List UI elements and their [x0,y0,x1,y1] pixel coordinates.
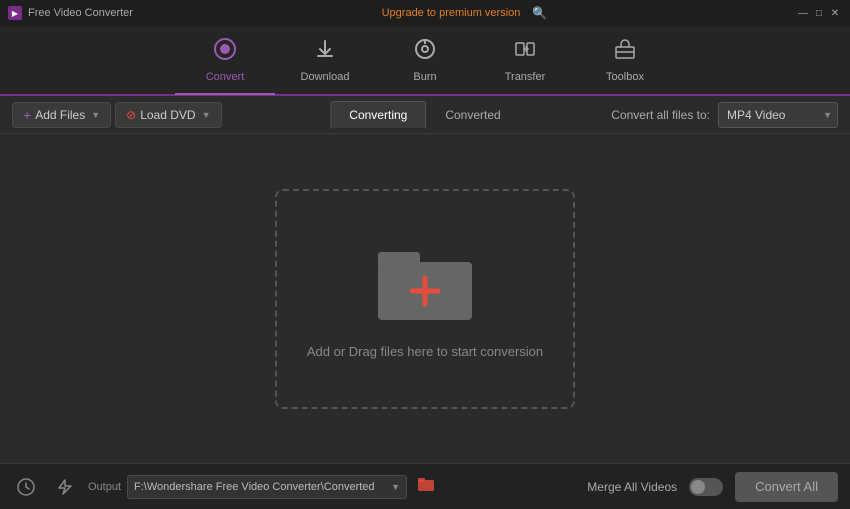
convert-all-button[interactable]: Convert All [735,472,838,502]
tab-converted[interactable]: Converted [426,101,519,129]
merge-label: Merge All Videos [587,480,677,494]
transfer-icon [513,37,537,67]
dvd-icon: ⊘ [126,108,136,122]
output-path-dropdown-arrow: ▼ [391,482,400,492]
drop-zone-text: Add or Drag files here to start conversi… [307,344,543,359]
convert-all-area: Convert all files to: MP4 Video AVI Vide… [611,102,838,128]
load-dvd-button[interactable]: ⊘ Load DVD ▼ [115,102,221,128]
folder-icon [370,238,480,328]
title-bar-left: ▶ Free Video Converter [8,6,133,20]
add-files-dropdown-arrow: ▼ [91,110,100,120]
nav-transfer-label: Transfer [505,71,546,83]
search-icon[interactable]: 🔍 [532,6,547,20]
toolbox-icon [613,37,637,67]
output-label: Output [88,481,121,493]
bottom-bar: Output F:\Wondershare Free Video Convert… [0,463,850,509]
output-area: Output F:\Wondershare Free Video Convert… [88,475,577,499]
app-icon: ▶ [8,6,22,20]
title-bar-right: — □ ✕ [796,6,842,20]
output-path-selector[interactable]: F:\Wondershare Free Video Converter\Conv… [127,475,407,499]
flash-button[interactable] [50,473,78,501]
format-select-wrapper[interactable]: MP4 Video AVI Video MKV Video MOV Video … [718,102,838,128]
tabs-container: Converting Converted [330,101,519,129]
upgrade-link[interactable]: Upgrade to premium version [382,7,521,19]
download-icon [313,37,337,67]
title-bar: ▶ Free Video Converter Upgrade to premiu… [0,0,850,26]
output-folder-icon[interactable] [417,476,435,497]
merge-toggle[interactable] [689,478,723,496]
tab-converting[interactable]: Converting [330,101,426,129]
output-path-text: F:\Wondershare Free Video Converter\Conv… [134,481,387,493]
toolbar-container: + Add Files ▼ ⊘ Load DVD ▼ Converting Co… [0,96,850,134]
nav-toolbox[interactable]: Toolbox [575,25,675,95]
nav-burn[interactable]: Burn [375,25,475,95]
format-select[interactable]: MP4 Video AVI Video MKV Video MOV Video … [718,102,838,128]
nav-bar: Convert Download Burn Tran [0,26,850,96]
nav-toolbox-label: Toolbox [606,71,644,83]
maximize-button[interactable]: □ [812,6,826,20]
bottom-left [12,473,78,501]
drop-zone[interactable]: Add or Drag files here to start conversi… [275,189,575,409]
clock-button[interactable] [12,473,40,501]
bottom-right: Merge All Videos Convert All [587,472,838,502]
nav-convert-label: Convert [206,71,245,83]
load-dvd-dropdown-arrow: ▼ [202,110,211,120]
close-button[interactable]: ✕ [828,6,842,20]
load-dvd-label: Load DVD [140,108,195,122]
nav-download[interactable]: Download [275,25,375,95]
nav-burn-label: Burn [413,71,436,83]
add-files-label: Add Files [35,108,85,122]
nav-transfer[interactable]: Transfer [475,25,575,95]
add-icon: + [23,107,31,123]
add-files-button[interactable]: + Add Files ▼ [12,102,111,128]
main-content: Add or Drag files here to start conversi… [0,134,850,463]
convert-icon [213,37,237,67]
minimize-button[interactable]: — [796,6,810,20]
convert-all-button-label: Convert All [755,479,818,494]
nav-convert[interactable]: Convert [175,25,275,95]
convert-all-label: Convert all files to: [611,108,710,122]
app-title: Free Video Converter [28,7,133,19]
nav-download-label: Download [301,71,350,83]
burn-icon [413,37,437,67]
title-bar-center: Upgrade to premium version 🔍 [382,6,548,20]
